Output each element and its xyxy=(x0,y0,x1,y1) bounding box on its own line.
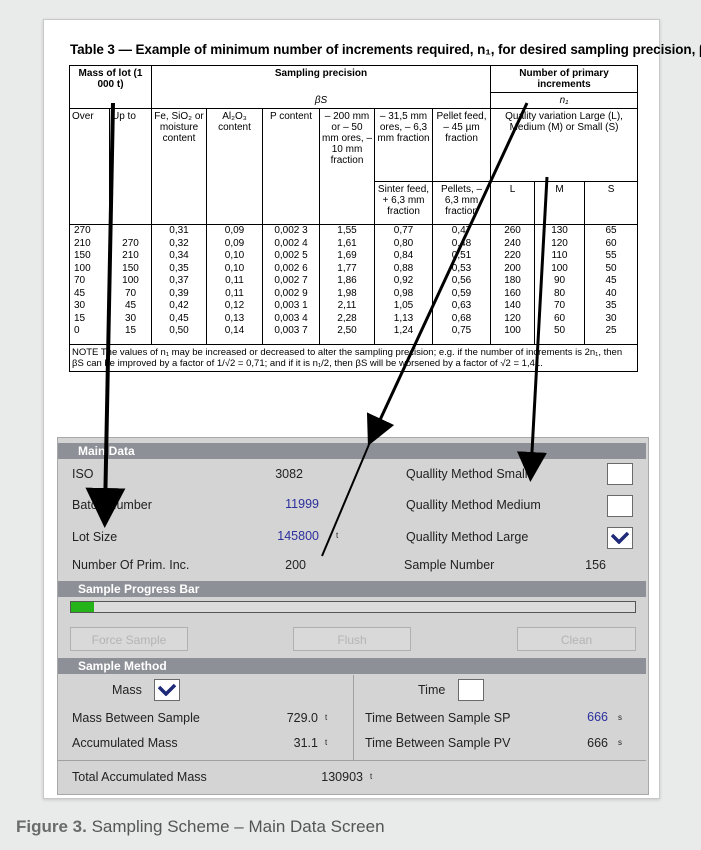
arrow-mass-to-lot-size xyxy=(85,102,126,528)
arrow-n1-tail xyxy=(321,434,374,557)
figure-text: Sampling Scheme – Main Data Screen xyxy=(91,817,385,836)
annotation-arrows xyxy=(85,102,549,557)
figure-caption: Figure 3. Sampling Scheme – Main Data Sc… xyxy=(16,817,385,837)
arrow-quality-to-small xyxy=(517,176,549,482)
figure-label: Figure 3. xyxy=(16,817,87,836)
arrow-n1-to-prim-inc xyxy=(366,102,529,446)
